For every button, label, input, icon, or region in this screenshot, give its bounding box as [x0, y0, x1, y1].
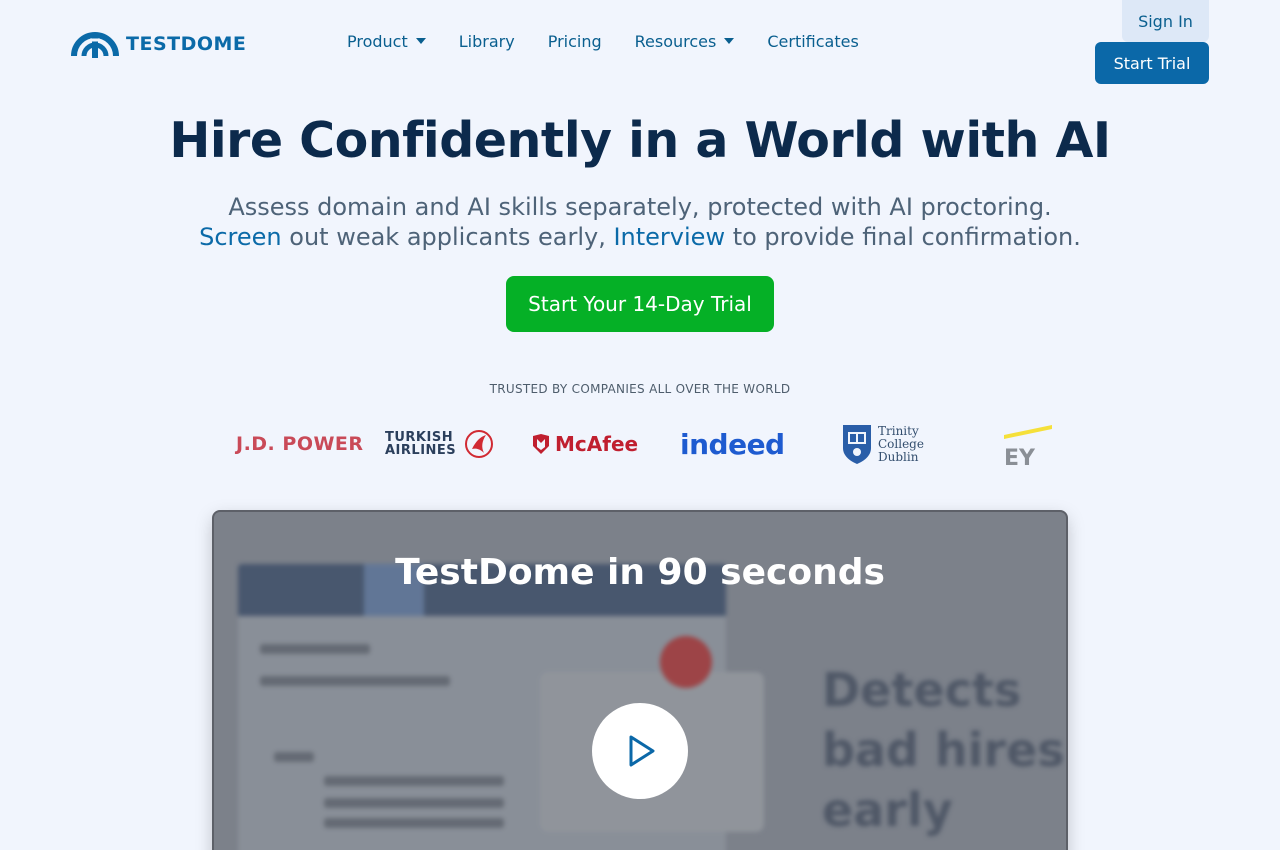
start-14-day-trial-button[interactable]: Start Your 14-Day Trial — [506, 276, 774, 332]
company-logos: J.D. POWER TURKISH AIRLINES McAfee indee… — [0, 418, 1280, 470]
turkish-airlines-text: TURKISH AIRLINES — [385, 431, 456, 457]
nav-resources[interactable]: Resources — [635, 32, 735, 51]
trinity-college-text: Trinity College Dublin — [878, 423, 924, 464]
ey-logo-mark: EY — [1004, 425, 1052, 467]
turkish-airlines-line2: AIRLINES — [385, 443, 457, 458]
video-title: TestDome in 90 seconds — [395, 552, 885, 593]
start-trial-button[interactable]: Start Trial — [1095, 42, 1209, 84]
play-icon — [629, 735, 655, 767]
chevron-down-icon — [724, 38, 735, 44]
testdome-logo[interactable]: TESTDOME — [70, 26, 246, 62]
mcafee-text: McAfee — [555, 432, 639, 456]
indeed-text: indeed — [680, 427, 785, 461]
hero-subtitle-end: to provide final confirmation. — [725, 223, 1081, 251]
logo-text: TESTDOME — [126, 33, 247, 55]
chevron-down-icon — [415, 38, 426, 44]
ey-logo: EY — [1002, 418, 1054, 470]
indeed-logo: indeed — [680, 418, 785, 470]
ey-text: EY — [1004, 446, 1036, 467]
nav-pricing[interactable]: Pricing — [548, 32, 602, 51]
nav-resources-label: Resources — [634, 31, 717, 51]
nav-library[interactable]: Library — [459, 32, 515, 51]
play-button[interactable] — [592, 703, 688, 799]
trinity-line2: College — [878, 436, 924, 451]
mcafee-shield-icon — [533, 434, 549, 454]
hero-subtitle-line2: Screen out weak applicants early, Interv… — [140, 222, 1140, 252]
trinity-crest-icon — [843, 425, 871, 464]
hero-subtitle: Assess domain and AI skills separately, … — [140, 192, 1140, 252]
intro-video[interactable]: Detects bad hires early TestDome in 90 s… — [214, 512, 1066, 850]
jd-power-text: J.D. POWER — [236, 433, 364, 455]
nav-certificates[interactable]: Certificates — [767, 32, 858, 51]
nav-product[interactable]: Product — [347, 32, 426, 51]
main-nav: Product Library Pricing Resources Certif… — [347, 30, 859, 52]
sign-in-button[interactable]: Sign In — [1122, 0, 1209, 42]
trinity-line1: Trinity — [878, 423, 919, 438]
trinity-line3: Dublin — [878, 449, 919, 464]
trinity-college-logo: Trinity College Dublin — [842, 418, 924, 470]
screen-link[interactable]: Screen — [199, 223, 282, 251]
hero-subtitle-mid: out weak applicants early, — [281, 223, 614, 251]
site-header: TESTDOME Product Library Pricing Resourc… — [0, 0, 1280, 90]
mcafee-logo: McAfee — [532, 418, 638, 470]
nav-certificates-label: Certificates — [767, 31, 859, 51]
nav-product-label: Product — [347, 31, 408, 51]
nav-library-label: Library — [458, 31, 515, 51]
page-title: Hire Confidently in a World with AI — [169, 112, 1111, 169]
nav-pricing-label: Pricing — [547, 31, 602, 51]
turkish-airlines-logo: TURKISH AIRLINES — [385, 418, 494, 470]
hero-subtitle-line1: Assess domain and AI skills separately, … — [228, 193, 1052, 221]
jd-power-logo: J.D. POWER — [236, 418, 364, 470]
turkish-airlines-bird-icon — [465, 430, 494, 458]
interview-link[interactable]: Interview — [613, 223, 725, 251]
trusted-heading: TRUSTED BY COMPANIES ALL OVER THE WORLD — [489, 382, 791, 396]
testdome-logo-icon — [70, 26, 120, 62]
